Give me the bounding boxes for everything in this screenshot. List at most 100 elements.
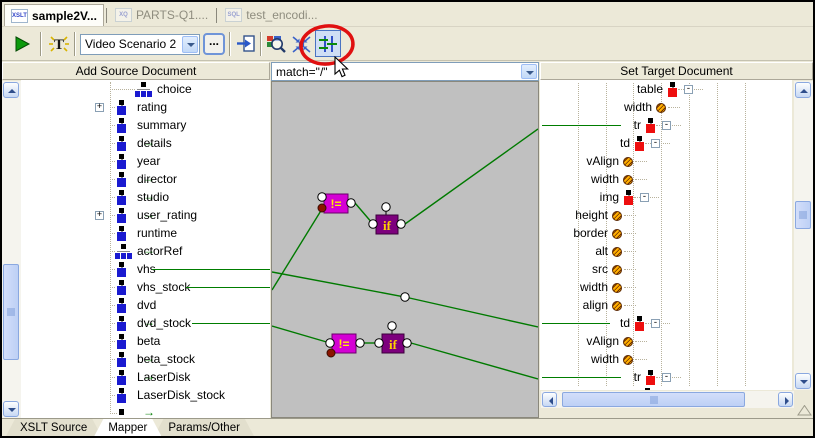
tree-item-LaserDisk_stock[interactable]: LaserDisk_stock→: [21, 387, 270, 405]
tree-item-dvd[interactable]: dvd→: [21, 297, 270, 315]
scroll-thumb[interactable]: [795, 201, 811, 229]
collapse-icon[interactable]: -: [662, 373, 671, 382]
scroll-left-button[interactable]: [542, 392, 557, 407]
show-block-links-toggle[interactable]: [315, 30, 341, 57]
collapse-icon[interactable]: -: [640, 193, 649, 202]
view-tab-xslt-source[interactable]: XSLT Source: [6, 419, 101, 436]
condition-port[interactable]: [318, 204, 326, 212]
scroll-down-button[interactable]: [795, 373, 811, 389]
tree-item-director[interactable]: director→: [21, 171, 270, 189]
expand-icon[interactable]: +: [95, 211, 104, 220]
collapse-icon[interactable]: -: [651, 139, 660, 148]
tree-item-img[interactable]: img-: [540, 189, 792, 207]
port[interactable]: [388, 322, 396, 330]
port[interactable]: [375, 339, 383, 347]
tree-item-beta_stock[interactable]: beta_stock→: [21, 351, 270, 369]
scroll-thumb[interactable]: [3, 264, 19, 360]
tree-item-width[interactable]: width: [540, 351, 792, 369]
tree-item-user_rating[interactable]: +user_rating: [21, 207, 270, 225]
port[interactable]: [401, 293, 409, 301]
match-combobox[interactable]: match="/": [271, 62, 539, 81]
port[interactable]: [356, 339, 364, 347]
doc-tab-partsq1[interactable]: xqPARTS-Q1....: [109, 4, 214, 26]
tree-item-rating[interactable]: +rating: [21, 99, 270, 117]
scroll-up-button[interactable]: [795, 82, 811, 98]
condition-port[interactable]: [327, 349, 335, 357]
element-icon: [116, 118, 127, 133]
tree-item-table[interactable]: table-: [540, 81, 792, 99]
tree-item-alt[interactable]: alt: [540, 243, 792, 261]
doc-tab-sample2v[interactable]: xsltsample2V...: [4, 4, 104, 26]
browse-scenarios-button[interactable]: ...: [203, 33, 225, 55]
port[interactable]: [326, 339, 334, 347]
chevron-down-icon[interactable]: [182, 36, 198, 53]
tree-item-vAlign[interactable]: vAlign: [540, 153, 792, 171]
port[interactable]: [318, 193, 326, 201]
element-icon: [116, 136, 127, 151]
tree-item-src[interactable]: src: [540, 261, 792, 279]
doc-tab-testencodi[interactable]: sqltest_encodi...: [219, 4, 323, 26]
tree-item-td[interactable]: td -: [540, 135, 792, 153]
attribute-icon: [623, 337, 633, 347]
scenario-combobox[interactable]: Video Scenario 2: [80, 34, 200, 55]
tree-item-border[interactable]: border: [540, 225, 792, 243]
tree-item-actorRef[interactable]: actorRef: [21, 243, 270, 261]
tree-item-vhs[interactable]: vhs: [21, 261, 270, 279]
tree-item-details[interactable]: details: [21, 135, 270, 153]
choice-group-icon: [115, 244, 132, 259]
source-panel-title: Add Source Document: [76, 64, 197, 78]
tree-item-tr[interactable]: tr-: [540, 117, 792, 135]
tree-item-align[interactable]: align: [540, 297, 792, 315]
tree-item-choice[interactable]: choice: [21, 81, 270, 99]
tree-item-label: td: [620, 135, 630, 153]
port[interactable]: [397, 220, 405, 228]
tree-item-tr[interactable]: tr-: [540, 369, 792, 387]
resize-grip-icon[interactable]: [797, 405, 812, 416]
tree-item-width[interactable]: width: [540, 171, 792, 189]
find-preview-button[interactable]: [264, 32, 288, 56]
tree-item-width[interactable]: width: [540, 279, 792, 297]
port[interactable]: [369, 220, 377, 228]
attribute-icon: [612, 247, 622, 257]
target-horizontal-scrollbar[interactable]: [541, 391, 794, 408]
tree-item-td[interactable]: td-: [540, 315, 792, 333]
scroll-right-button[interactable]: [778, 392, 793, 407]
mapping-canvas[interactable]: != if != if: [271, 81, 539, 418]
tree-item-LaserDisk[interactable]: LaserDisk: [21, 369, 270, 387]
view-tab-params-other[interactable]: Params/Other: [154, 419, 254, 436]
tree-item-width[interactable]: width: [540, 99, 792, 117]
target-panel-header: Set Target Document: [540, 62, 813, 80]
tree-item-vAlign[interactable]: vAlign: [540, 333, 792, 351]
preview-run-button[interactable]: [10, 32, 34, 56]
text-wizard-button[interactable]: T: [47, 32, 71, 56]
port[interactable]: [403, 339, 411, 347]
port[interactable]: [347, 199, 355, 207]
tree-item-runtime[interactable]: runtime→: [21, 225, 270, 243]
chevron-down-icon[interactable]: [521, 64, 537, 79]
tree-item-dvd_stock[interactable]: dvd_stock: [21, 315, 270, 333]
source-vertical-scrollbar[interactable]: [2, 81, 21, 418]
attribute-icon: [623, 175, 633, 185]
tree-item-label: beta_stock→: [137, 351, 195, 369]
element-icon: [634, 136, 645, 151]
scroll-up-button[interactable]: [3, 82, 19, 98]
view-tab-mapper[interactable]: Mapper: [94, 419, 161, 436]
collapse-all-button[interactable]: [289, 32, 313, 56]
back-map-button[interactable]: [234, 32, 258, 56]
tree-item-studio[interactable]: studio→: [21, 189, 270, 207]
mapping-link-line: [152, 269, 270, 270]
collapse-icon[interactable]: -: [684, 85, 693, 94]
collapse-icon[interactable]: -: [651, 319, 660, 328]
tree-item-beta[interactable]: beta→: [21, 333, 270, 351]
scroll-thumb[interactable]: [562, 392, 745, 407]
scroll-down-button[interactable]: [3, 401, 19, 417]
collapse-icon[interactable]: -: [662, 121, 671, 130]
magnifier-icon: [266, 34, 287, 55]
tree-item-year[interactable]: year→: [21, 153, 270, 171]
port[interactable]: [382, 203, 390, 211]
tree-item-summary[interactable]: summary→: [21, 117, 270, 135]
target-vertical-scrollbar[interactable]: [794, 81, 813, 390]
tree-item-vhs_stock[interactable]: vhs_stock: [21, 279, 270, 297]
expand-icon[interactable]: +: [95, 103, 104, 112]
tree-item-height[interactable]: height: [540, 207, 792, 225]
